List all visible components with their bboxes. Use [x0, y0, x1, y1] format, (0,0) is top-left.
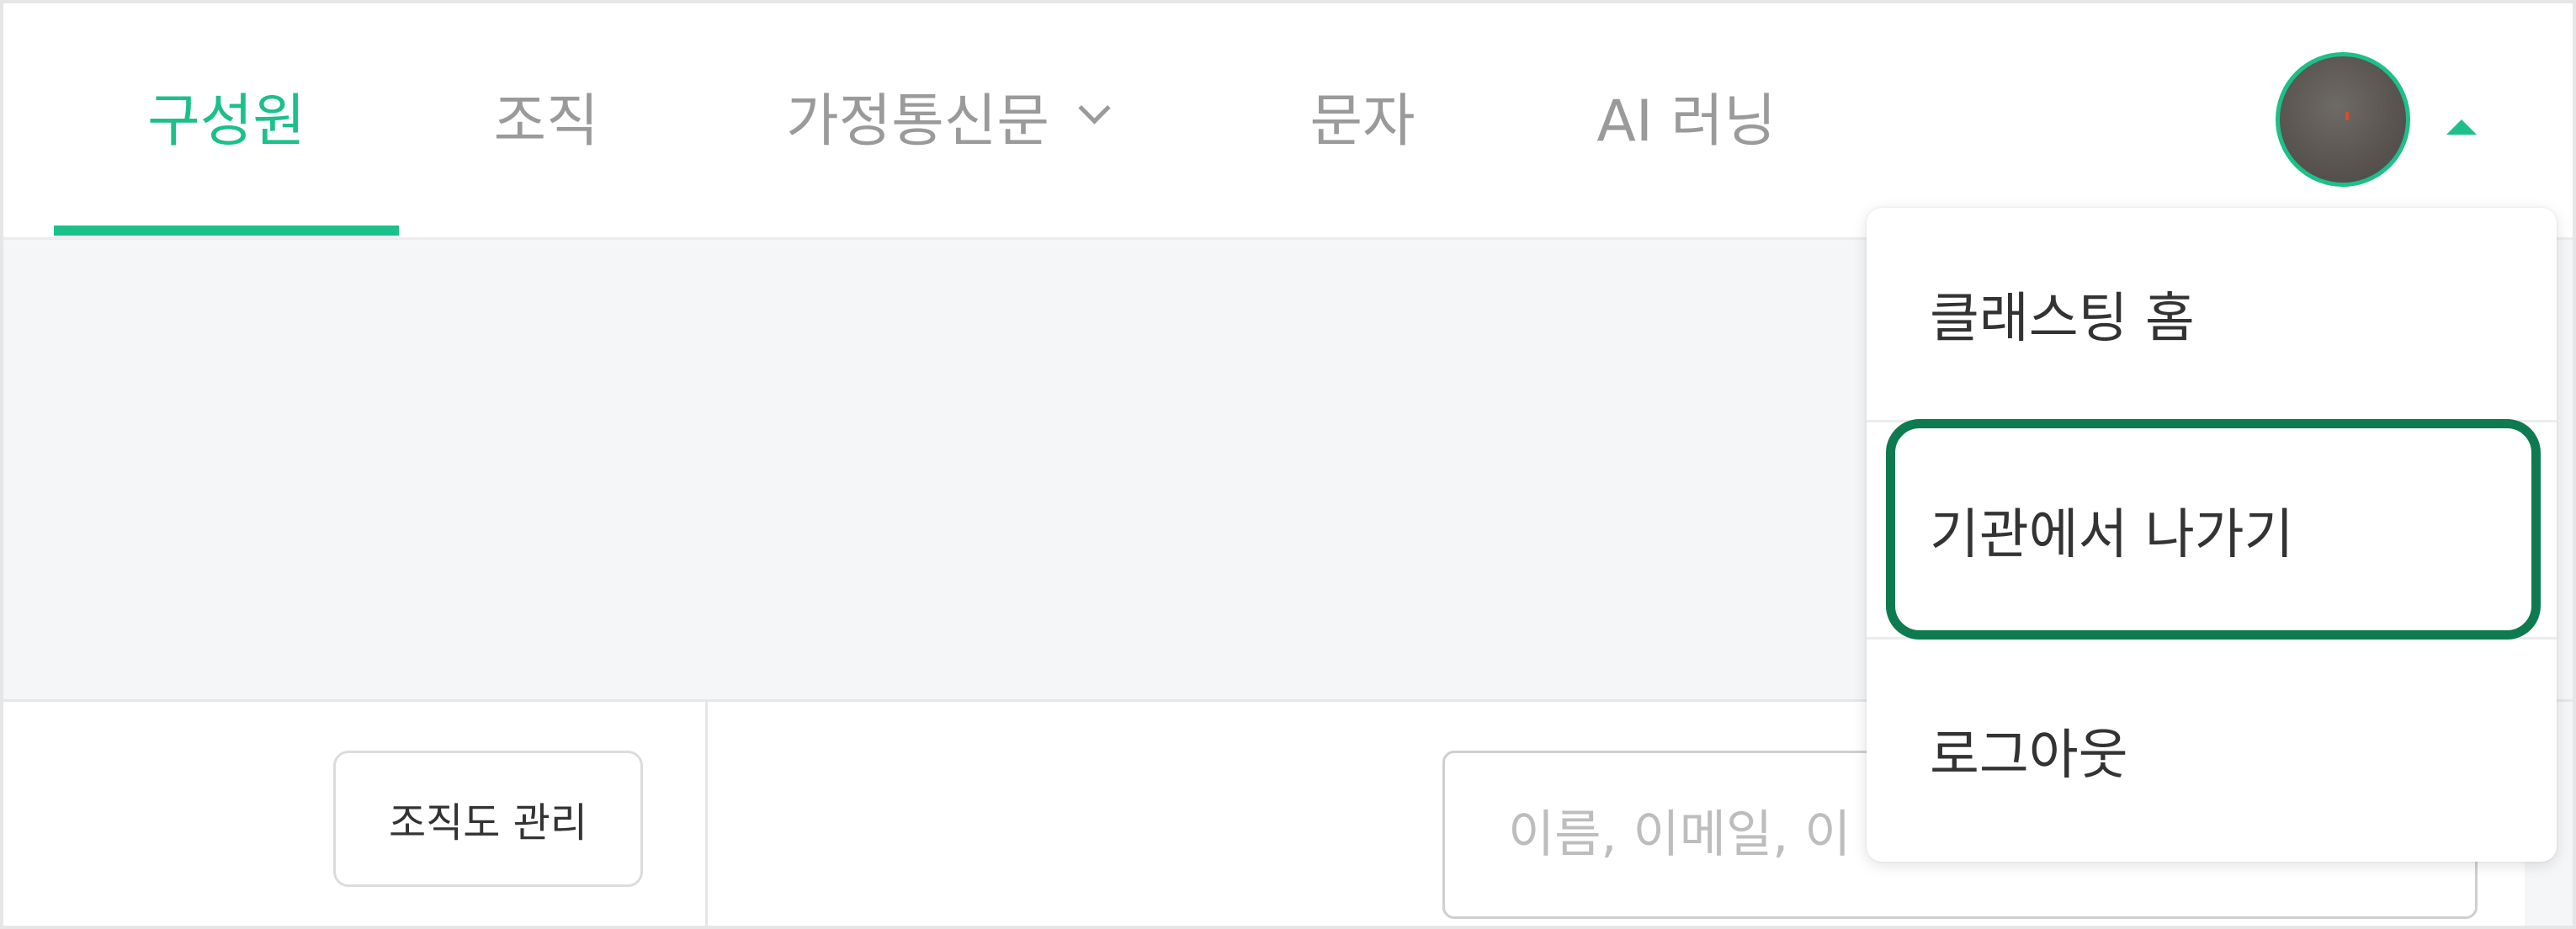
tab-organization[interactable]: 조직 — [462, 3, 630, 237]
tab-ai-learning[interactable]: AI 러닝 — [1585, 3, 1787, 237]
panel-divider — [705, 702, 708, 926]
tab-members[interactable]: 구성원 — [54, 3, 399, 237]
menu-item-leave-organization[interactable]: 기관에서 나가기 — [1867, 422, 2557, 637]
active-tab-indicator — [54, 226, 399, 236]
tab-messages-label: 문자 — [1309, 88, 1415, 155]
tab-newsletter-label: 가정통신문 — [786, 88, 1049, 155]
user-menu-dropdown: 클래스팅 홈 기관에서 나가기 로그아웃 — [1867, 208, 2557, 862]
tab-members-label: 구성원 — [147, 88, 305, 155]
top-navigation: 구성원 조직 가정통신문 문자 AI 러닝 — [3, 3, 2573, 240]
caret-up-icon[interactable] — [2446, 119, 2477, 135]
tab-messages[interactable]: 문자 — [1287, 3, 1438, 237]
tab-newsletter[interactable]: 가정통신문 — [769, 3, 1123, 237]
menu-item-classting-home-label: 클래스팅 홈 — [1930, 288, 2195, 350]
chevron-down-icon — [1078, 91, 1111, 125]
menu-item-logout-label: 로그아웃 — [1930, 725, 2128, 787]
org-chart-manage-button[interactable]: 조직도 관리 — [333, 751, 643, 887]
user-avatar[interactable] — [2276, 52, 2410, 187]
menu-item-classting-home[interactable]: 클래스팅 홈 — [1867, 208, 2557, 420]
tab-organization-label: 조직 — [493, 88, 599, 155]
tab-ai-learning-label: AI 러닝 — [1596, 88, 1777, 155]
menu-item-logout[interactable]: 로그아웃 — [1867, 640, 2557, 862]
avatar-detail — [2345, 112, 2349, 120]
app-window: 구성원 조직 가정통신문 문자 AI 러닝 조직도 관리 클래 — [0, 0, 2576, 929]
org-chart-manage-label: 조직도 관리 — [388, 799, 588, 847]
menu-item-leave-organization-label: 기관에서 나가기 — [1930, 503, 2294, 566]
